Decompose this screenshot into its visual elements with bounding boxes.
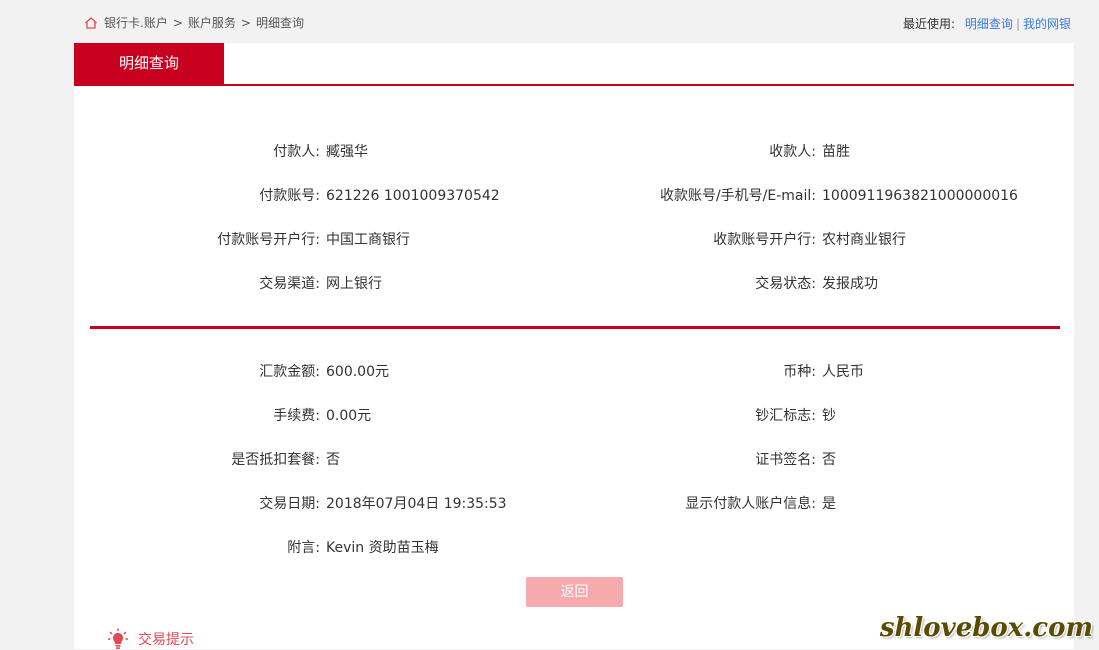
watermark: shlovebox.com [880, 613, 1093, 643]
recent-used-label: 最近使用: [903, 17, 955, 31]
field-label: 手续费: [273, 406, 320, 426]
field-value: 0.00元 [326, 406, 371, 426]
field-value: 600.00元 [326, 362, 389, 382]
field-label: 钞汇标志: [755, 406, 816, 426]
lightbulb-icon [108, 628, 128, 650]
field-value: 621226 1001009370542 [326, 186, 500, 206]
field-value: Kevin 资助苗玉梅 [326, 538, 439, 558]
section-divider [90, 326, 1060, 329]
field-label: 是否抵扣套餐: [231, 450, 320, 470]
transaction-tips-label: 交易提示 [138, 629, 194, 649]
recent-link-my-ebank[interactable]: 我的网银 [1023, 17, 1071, 31]
field-row: 收款账号开户行: 农村商业银行 [554, 230, 1074, 250]
field-label: 付款账号开户行: [217, 230, 320, 250]
field-value: 农村商业银行 [822, 230, 906, 250]
field-label: 交易状态: [755, 274, 816, 294]
tab-detail-query[interactable]: 明细查询 [74, 43, 224, 84]
field-row: 钞汇标志: 钞 [554, 406, 1074, 426]
field-row: 交易状态: 发报成功 [554, 274, 1074, 294]
field-value: 否 [822, 450, 836, 470]
home-icon[interactable] [84, 16, 98, 30]
field-row: 付款人: 臧强华 [74, 142, 554, 162]
field-value: 发报成功 [822, 274, 878, 294]
field-value: 人民币 [822, 362, 864, 382]
field-label: 收款人: [769, 142, 816, 162]
breadcrumb: 银行卡.账户 > 账户服务 > 明细查询 [84, 14, 304, 31]
detail-panel: 明细查询 付款人: 臧强华 付款账号: 621226 1001009370542… [74, 43, 1074, 618]
field-row: 显示付款人账户信息: 是 [554, 494, 1074, 514]
field-label: 交易日期: [259, 494, 320, 514]
field-label: 显示付款人账户信息: [685, 494, 816, 514]
field-value: 否 [326, 450, 340, 470]
field-row: 证书签名: 否 [554, 450, 1074, 470]
field-row: 收款账号/手机号/E-mail: 1000911963821000000016 [554, 186, 1074, 206]
field-label: 证书签名: [755, 450, 816, 470]
transaction-tips[interactable]: 交易提示 [108, 628, 194, 650]
field-row: 手续费: 0.00元 [74, 406, 554, 426]
field-row: 付款账号: 621226 1001009370542 [74, 186, 554, 206]
field-value: 网上银行 [326, 274, 382, 294]
field-row: 币种: 人民币 [554, 362, 1074, 382]
breadcrumb-separator: > [241, 16, 251, 30]
breadcrumb-item-detail-query: 明细查询 [256, 14, 304, 31]
field-row: 是否抵扣套餐: 否 [74, 450, 554, 470]
recent-used: 最近使用: 明细查询|我的网银 [903, 15, 1071, 32]
breadcrumb-item-cards[interactable]: 银行卡.账户 [104, 14, 168, 31]
field-label: 付款账号: [259, 186, 320, 206]
field-value: 中国工商银行 [326, 230, 410, 250]
tab-row: 明细查询 [74, 43, 1074, 86]
field-value: 臧强华 [326, 142, 368, 162]
field-label: 收款账号/手机号/E-mail: [660, 186, 816, 206]
field-label: 汇款金额: [259, 362, 320, 382]
field-value: 2018年07月04日 19:35:53 [326, 494, 507, 514]
recent-divider: | [1016, 17, 1020, 31]
field-row: 汇款金额: 600.00元 [74, 362, 554, 382]
field-label: 附言: [287, 538, 320, 558]
field-row: 收款人: 苗胜 [554, 142, 1074, 162]
field-row: 交易渠道: 网上银行 [74, 274, 554, 294]
field-row: 交易日期: 2018年07月04日 19:35:53 [74, 494, 554, 514]
field-label: 收款账号开户行: [713, 230, 816, 250]
field-value: 苗胜 [822, 142, 850, 162]
field-row: 付款账号开户行: 中国工商银行 [74, 230, 554, 250]
field-row: 附言: Kevin 资助苗玉梅 [74, 538, 554, 558]
field-value: 1000911963821000000016 [822, 186, 1018, 206]
breadcrumb-item-account-services[interactable]: 账户服务 [188, 14, 236, 31]
field-value: 钞 [822, 406, 836, 426]
top-bar: 银行卡.账户 > 账户服务 > 明细查询 最近使用: 明细查询|我的网银 [0, 0, 1099, 44]
recent-link-detail-query[interactable]: 明细查询 [965, 17, 1013, 31]
field-label: 币种: [783, 362, 816, 382]
field-label: 交易渠道: [259, 274, 320, 294]
field-value: 是 [822, 494, 836, 514]
field-label: 付款人: [273, 142, 320, 162]
back-button[interactable]: 返回 [526, 577, 623, 607]
breadcrumb-separator: > [173, 16, 183, 30]
